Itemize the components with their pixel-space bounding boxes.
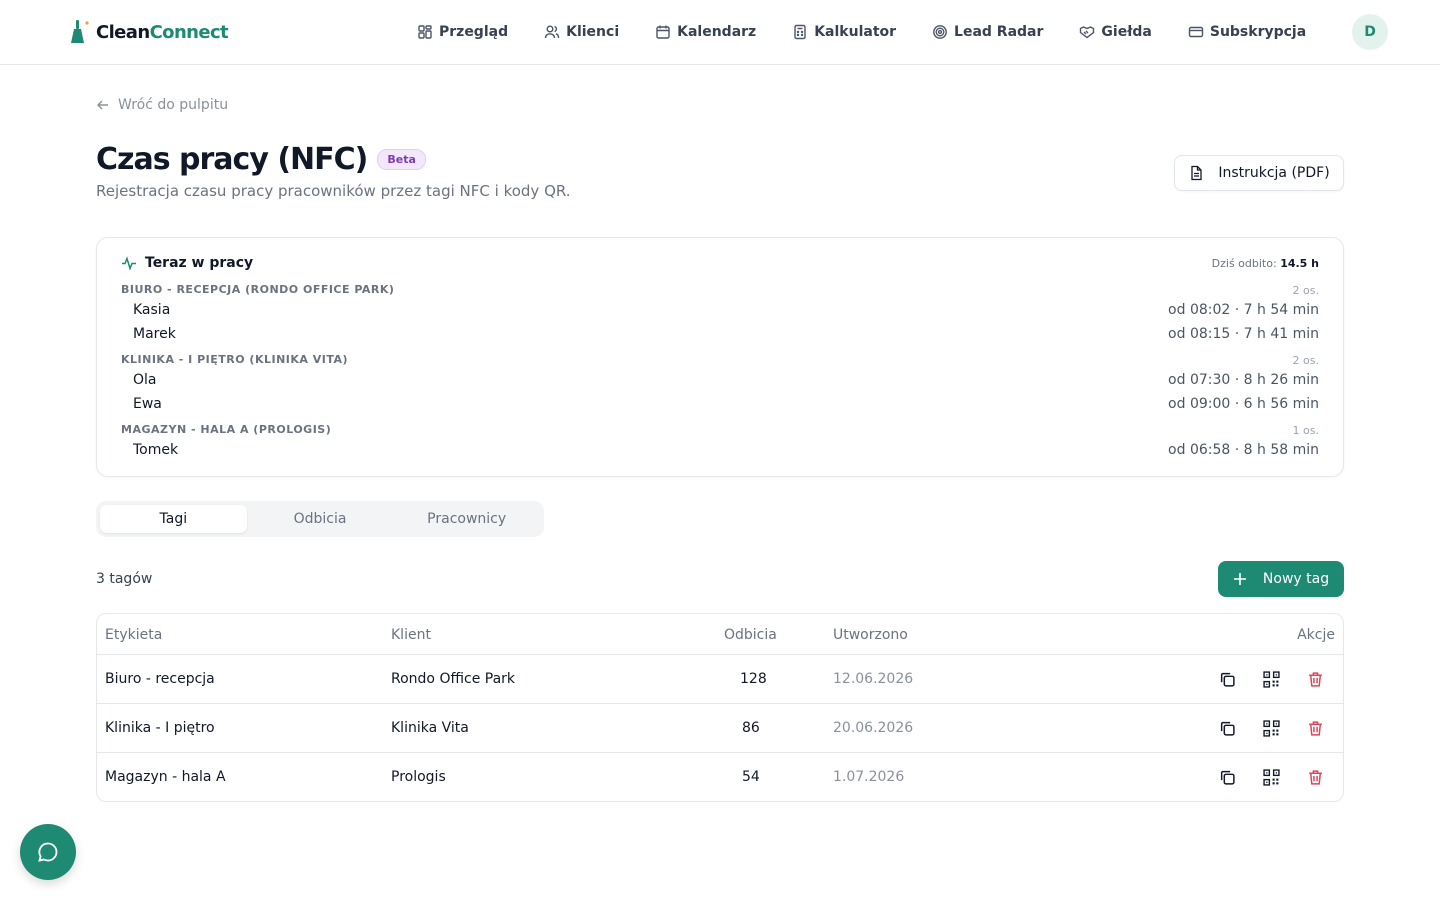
qr-code-icon[interactable] bbox=[1261, 718, 1281, 738]
today-total: Dziś odbito: 14.5 h bbox=[1211, 257, 1319, 270]
calculator-icon bbox=[794, 24, 806, 40]
column-header-label: Etykieta bbox=[105, 627, 163, 643]
page-title: Czas pracy (NFC) bbox=[96, 142, 368, 177]
worker-time: od 08:15 · 7 h 41 min bbox=[1168, 326, 1319, 342]
tags-count: 3 tagów bbox=[96, 571, 153, 587]
document-icon bbox=[1191, 165, 1202, 181]
location-group-label: MAGAZYN - HALA A (PROLOGIS) bbox=[121, 423, 332, 436]
tab-tagi[interactable]: Tagi bbox=[100, 505, 247, 533]
tag-label: Biuro - recepcja bbox=[105, 671, 215, 687]
now-working-card: Teraz w pracy Dziś odbito: 14.5 h BIURO … bbox=[96, 237, 1344, 477]
table-row: Klinika - I piętro Klinika Vita 86 20.06… bbox=[97, 704, 1343, 753]
copy-icon[interactable] bbox=[1217, 669, 1237, 689]
copy-icon[interactable] bbox=[1217, 718, 1237, 738]
tag-scans: 86 bbox=[742, 720, 760, 736]
worker-time: od 09:00 · 6 h 56 min bbox=[1168, 396, 1319, 412]
table-header: Etykieta Klient Odbicia Utworzono Akcje bbox=[97, 614, 1343, 655]
column-header-client: Klient bbox=[391, 627, 431, 643]
nav-item-lead-radar[interactable]: Lead Radar bbox=[932, 24, 1043, 40]
nav-item-kalkulator[interactable]: Kalkulator bbox=[792, 24, 896, 40]
worker-name: Ola bbox=[133, 372, 157, 388]
nav-item-label: Lead Radar bbox=[954, 24, 1044, 40]
trash-icon[interactable] bbox=[1305, 718, 1325, 738]
credit-card-icon bbox=[1188, 26, 1204, 38]
page-subtitle: Rejestracja czasu pracy pracowników prze… bbox=[96, 182, 571, 200]
worker-name: Marek bbox=[133, 326, 176, 342]
brand-logo[interactable]: CleanConnect bbox=[68, 18, 229, 46]
radar-icon bbox=[933, 25, 947, 39]
new-tag-button[interactable]: Nowy tag bbox=[1218, 561, 1344, 597]
beta-badge: Beta bbox=[377, 149, 426, 170]
trash-icon[interactable] bbox=[1305, 767, 1325, 787]
tag-client: Rondo Office Park bbox=[391, 671, 516, 687]
plus-icon bbox=[1233, 573, 1246, 585]
qr-code-icon[interactable] bbox=[1261, 669, 1281, 689]
tag-scans: 128 bbox=[740, 671, 767, 687]
worker-time: od 08:02 · 7 h 54 min bbox=[1168, 302, 1319, 318]
location-group-count: 1 os. bbox=[1292, 424, 1319, 437]
handshake-icon bbox=[1080, 26, 1095, 39]
nav-item-label: Giełda bbox=[1101, 24, 1152, 40]
arrow-left-icon bbox=[97, 100, 108, 110]
column-header-created: Utworzono bbox=[833, 627, 908, 643]
tag-created: 20.06.2026 bbox=[833, 720, 914, 736]
table-row: Magazyn - hala A Prologis 54 1.07.2026 bbox=[97, 753, 1343, 801]
worker-name: Kasia bbox=[133, 302, 171, 318]
trash-icon[interactable] bbox=[1305, 669, 1325, 689]
calendar-icon bbox=[656, 25, 670, 39]
worker-time: od 07:30 · 8 h 26 min bbox=[1168, 372, 1319, 388]
chat-button[interactable] bbox=[20, 824, 76, 880]
column-header-scans: Odbicia bbox=[724, 627, 777, 643]
back-link-label: Wróć do pulpitu bbox=[118, 97, 229, 113]
location-group-label: KLINIKA - I PIĘTRO (KLINIKA VITA) bbox=[121, 353, 349, 366]
chat-bubble-icon bbox=[38, 842, 58, 862]
location-group-label: BIURO - RECEPCJA (RONDO OFFICE PARK) bbox=[121, 283, 395, 296]
users-icon bbox=[544, 25, 560, 39]
location-group-count: 2 os. bbox=[1292, 284, 1319, 297]
nav-item-label: Przegląd bbox=[439, 24, 509, 40]
instruction-pdf-button[interactable]: Instrukcja (PDF) bbox=[1174, 155, 1344, 191]
tab-pracownicy[interactable]: Pracownicy bbox=[393, 505, 540, 533]
back-to-dashboard-link[interactable]: Wróć do pulpitu bbox=[96, 97, 228, 113]
location-group-count: 2 os. bbox=[1292, 354, 1319, 367]
section-tabs: Tagi Odbicia Pracownicy bbox=[96, 501, 544, 537]
nav-item-label: Kalkulator bbox=[814, 24, 897, 40]
now-working-header: Teraz w pracy bbox=[121, 255, 253, 271]
tag-created: 12.06.2026 bbox=[833, 671, 914, 687]
new-tag-label: Nowy tag bbox=[1262, 571, 1330, 587]
tab-odbicia[interactable]: Odbicia bbox=[247, 505, 394, 533]
pdf-button-label: Instrukcja (PDF) bbox=[1218, 165, 1330, 181]
worker-name: Tomek bbox=[133, 442, 179, 458]
page-header: Czas pracy (NFC) Beta bbox=[96, 142, 426, 177]
worker-name: Ewa bbox=[133, 396, 162, 412]
tag-label: Magazyn - hala A bbox=[105, 769, 226, 785]
worker-time: od 06:58 · 8 h 58 min bbox=[1168, 442, 1319, 458]
nav-item-kalendarz[interactable]: Kalendarz bbox=[655, 24, 756, 40]
tags-table: Etykieta Klient Odbicia Utworzono Akcje … bbox=[96, 613, 1344, 802]
tag-client: Klinika Vita bbox=[391, 720, 469, 736]
nav-item-subskrypcja[interactable]: Subskrypcja bbox=[1188, 24, 1306, 40]
column-header-actions: Akcje bbox=[1297, 627, 1335, 643]
brand-name: CleanConnect bbox=[96, 21, 229, 43]
now-working-title: Teraz w pracy bbox=[145, 255, 254, 271]
grid-icon bbox=[418, 25, 432, 39]
nav-item-klienci[interactable]: Klienci bbox=[544, 24, 619, 40]
nav-item-gielda[interactable]: Giełda bbox=[1079, 24, 1152, 40]
table-row: Biuro - recepcja Rondo Office Park 128 1… bbox=[97, 655, 1343, 704]
tag-created: 1.07.2026 bbox=[833, 769, 905, 785]
copy-icon[interactable] bbox=[1217, 767, 1237, 787]
tag-label: Klinika - I piętro bbox=[105, 720, 215, 736]
broom-logo-icon bbox=[71, 20, 89, 43]
top-navigation-bar: CleanConnect Przegląd Klienci Kalendarz … bbox=[0, 0, 1440, 65]
nav-item-przeglad[interactable]: Przegląd bbox=[417, 24, 508, 40]
nav-item-label: Subskrypcja bbox=[1209, 24, 1307, 40]
main-nav: Przegląd Klienci Kalendarz Kalkulator Le… bbox=[417, 20, 1306, 44]
activity-icon bbox=[122, 256, 136, 271]
qr-code-icon[interactable] bbox=[1261, 767, 1281, 787]
nav-item-label: Klienci bbox=[566, 24, 620, 40]
tag-scans: 54 bbox=[742, 769, 760, 785]
tag-client: Prologis bbox=[391, 769, 446, 785]
user-avatar[interactable]: D bbox=[1352, 14, 1388, 50]
nav-item-label: Kalendarz bbox=[677, 24, 757, 40]
